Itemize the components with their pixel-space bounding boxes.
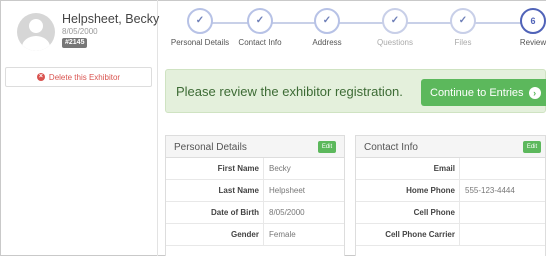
review-alert: Please review the exhibitor registration… (165, 69, 546, 113)
table-row: Last Name Helpsheet (166, 180, 344, 202)
check-icon: ✓ (187, 8, 213, 34)
field-label: Cell Phone (413, 208, 455, 217)
field-value: 555-123-4444 (465, 186, 515, 195)
step-label: Review (519, 38, 546, 47)
panel-header: Contact Info Edit (356, 136, 545, 158)
contact-info-panel: Contact Info Edit Email Home Phone 555-1… (355, 135, 546, 256)
avatar-head (29, 19, 43, 33)
check-icon: ✓ (382, 8, 408, 34)
avatar (17, 13, 55, 51)
field-label: Last Name (218, 186, 259, 195)
panel-title: Contact Info (364, 142, 418, 153)
field-value: Becky (269, 164, 291, 173)
field-label: Home Phone (406, 186, 455, 195)
field-label: Email (433, 164, 455, 173)
table-row: First Name Becky (166, 158, 344, 180)
exhibitor-sidebar: Helpsheet, Becky 8/05/2000 #2145 × Delet… (0, 0, 160, 256)
review-alert-text: Please review the exhibitor registration… (176, 84, 403, 99)
continue-to-entries-button[interactable]: Continue to Entries › (421, 79, 546, 106)
panel-title: Personal Details (174, 142, 247, 153)
step-files[interactable]: ✓ Files (423, 8, 503, 47)
step-label: Files (454, 38, 472, 47)
field-label: Gender (230, 230, 259, 239)
panel-header: Personal Details Edit (166, 136, 344, 158)
table-row: Email (356, 158, 545, 180)
avatar-body (22, 36, 50, 51)
edit-personal-details-button[interactable]: Edit (318, 141, 336, 153)
personal-details-panel: Personal Details Edit First Name Becky L… (165, 135, 345, 256)
table-row: Date of Birth 8/05/2000 (166, 202, 344, 224)
step-number: 6 (520, 8, 546, 34)
step-review[interactable]: 6 Review (493, 8, 546, 47)
edit-contact-info-button[interactable]: Edit (523, 141, 541, 153)
continue-label: Continue to Entries (430, 86, 524, 99)
remove-icon: × (36, 73, 45, 81)
exhibitor-dob: 8/05/2000 (62, 27, 98, 36)
table-row: Gender Female (166, 224, 344, 246)
table-row: Cell Phone Carrier (356, 224, 545, 246)
field-value: Female (269, 230, 296, 239)
exhibitor-id-badge: #2145 (62, 38, 88, 48)
check-icon: ✓ (314, 8, 340, 34)
delete-exhibitor-button[interactable]: × Delete this Exhibitor (5, 67, 152, 87)
field-value: Helpsheet (269, 186, 306, 195)
check-icon: ✓ (247, 8, 273, 34)
arrow-right-icon: › (528, 86, 541, 99)
table-row: Home Phone 555-123-4444 (356, 180, 545, 202)
delete-exhibitor-label: Delete this Exhibitor (48, 72, 121, 82)
table-row: Cell Phone (356, 202, 545, 224)
check-icon: ✓ (450, 8, 476, 34)
field-label: Date of Birth (211, 208, 259, 217)
field-value: 8/05/2000 (269, 208, 305, 217)
exhibitor-name: Helpsheet, Becky (62, 12, 160, 26)
registration-stepper: ✓ Personal Details ✓ Contact Info ✓ Addr… (160, 0, 546, 50)
field-label: First Name (217, 164, 259, 173)
field-label: Cell Phone Carrier (385, 230, 455, 239)
